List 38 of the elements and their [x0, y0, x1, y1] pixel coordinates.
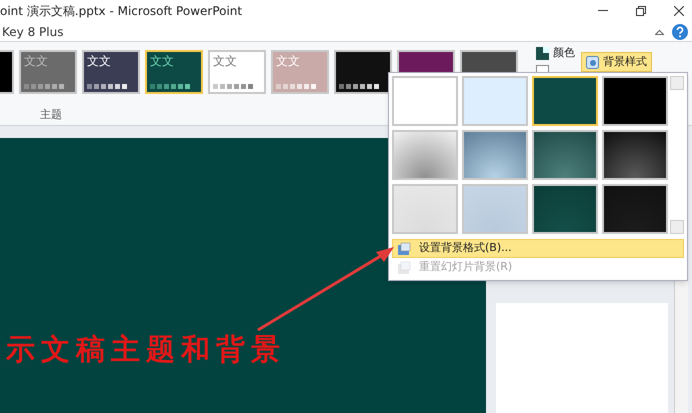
- background-style-option[interactable]: [602, 184, 668, 234]
- background-style-option[interactable]: [602, 76, 668, 126]
- background-style-option[interactable]: [532, 76, 598, 126]
- theme-thumbnail[interactable]: 文文: [145, 50, 203, 94]
- collapse-ribbon-icon[interactable]: [655, 28, 664, 34]
- color-strip-icon: [87, 84, 127, 89]
- theme-preview-text: 文文: [213, 55, 238, 67]
- background-style-option[interactable]: [532, 184, 598, 234]
- theme-thumbnail[interactable]: [0, 50, 14, 94]
- reset-icon: [397, 260, 411, 274]
- background-style-option[interactable]: [602, 130, 668, 180]
- theme-preview-text: 文文: [276, 55, 301, 67]
- background-style-option[interactable]: [532, 130, 598, 180]
- background-icon: [586, 56, 599, 68]
- slide-title: 示文稿主题和背景: [4, 330, 286, 368]
- format-background-icon: [397, 242, 411, 256]
- window-title: oint 演示文稿.pptx - Microsoft PowerPoint: [0, 3, 242, 20]
- ribbon-tab[interactable]: Key 8 Plus: [0, 22, 64, 40]
- theme-thumbnail[interactable]: [334, 50, 392, 94]
- theme-thumbnail[interactable]: 文文: [208, 50, 266, 94]
- color-strip-icon: [213, 84, 253, 89]
- maximize-icon[interactable]: [636, 6, 646, 16]
- color-strip-icon: [24, 84, 64, 89]
- theme-thumbnail[interactable]: 文文: [82, 50, 140, 94]
- theme-preview-text: 文文: [87, 55, 112, 67]
- theme-preview-text: 文文: [24, 55, 49, 67]
- theme-preview-text: 文文: [150, 55, 175, 67]
- background-styles-button[interactable]: 背景样式: [581, 52, 652, 72]
- group-label: 主题: [40, 106, 63, 122]
- close-icon[interactable]: [674, 6, 684, 16]
- color-strip-icon: [339, 84, 379, 89]
- color-strip-icon: [150, 84, 190, 89]
- menu-item[interactable]: 设置背景格式(B)...: [392, 239, 684, 258]
- color-strip-icon: [276, 84, 316, 89]
- minimize-icon[interactable]: [598, 10, 608, 12]
- theme-option-button[interactable]: 颜色: [536, 45, 575, 61]
- color-palette-icon: [536, 46, 549, 60]
- help-icon[interactable]: [672, 24, 688, 40]
